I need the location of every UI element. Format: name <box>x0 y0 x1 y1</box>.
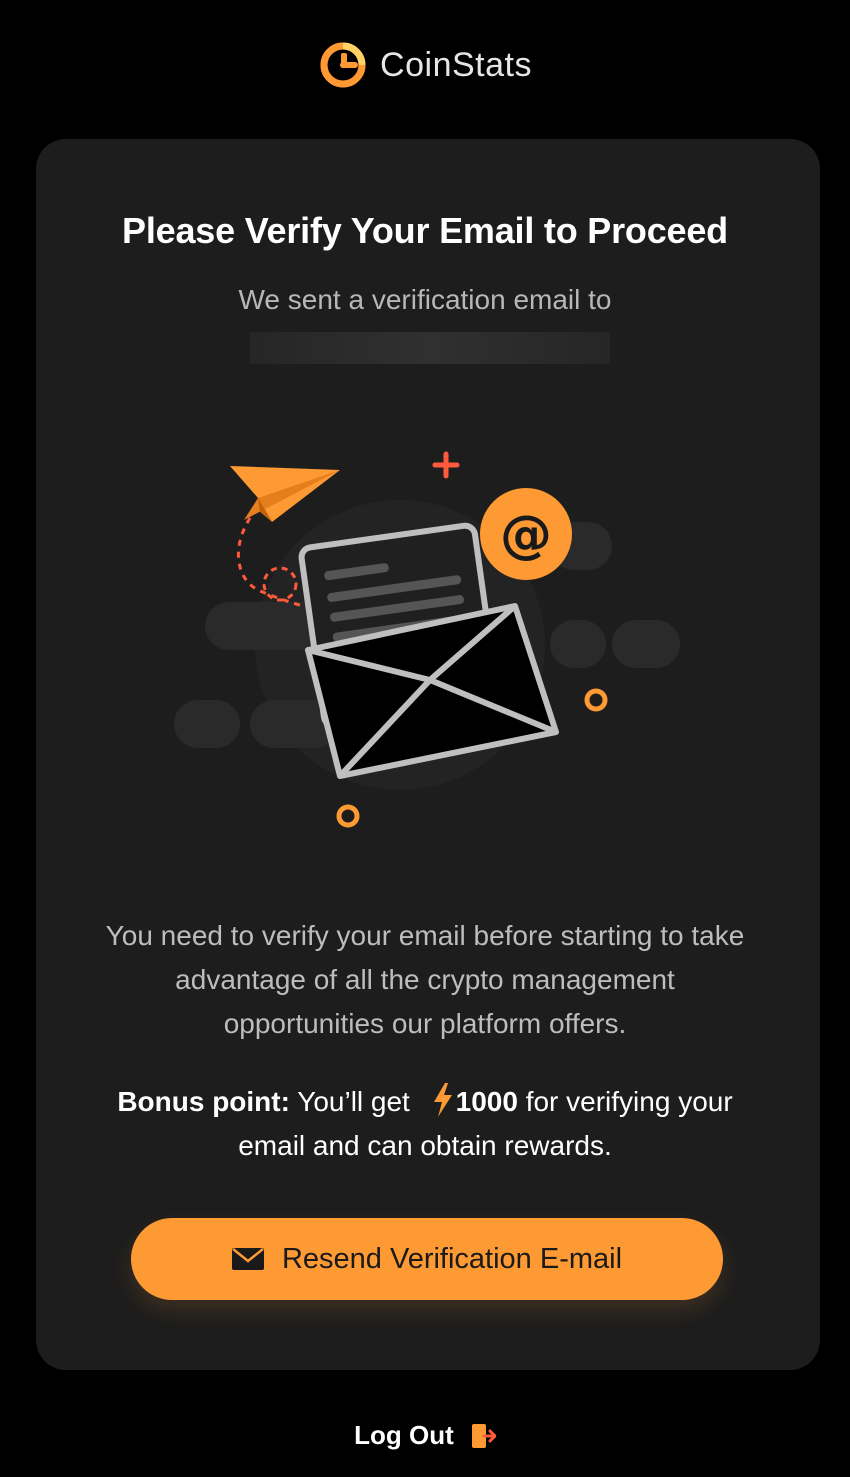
verification-message: You need to verify your email before sta… <box>105 920 745 1039</box>
resend-verification-button[interactable]: Resend Verification E-mail <box>131 1218 723 1300</box>
open-envelope-illustration: @ <box>174 451 680 828</box>
resend-button-label: Resend Verification E-mail <box>281 1242 623 1275</box>
svg-text:@: @ <box>500 505 552 565</box>
logout-link[interactable]: Log Out <box>0 1420 850 1451</box>
brand-logo: CoinStats <box>0 40 850 90</box>
bonus-prefix: You’ll get <box>297 1086 410 1117</box>
bonus-amount: 1000 <box>455 1086 518 1117</box>
page-title: Please Verify Your Email to Proceed <box>122 210 728 251</box>
logout-label: Log Out <box>354 1420 454 1450</box>
brand-name: CoinStats <box>380 46 532 84</box>
redacted-email-address <box>250 332 610 364</box>
bonus-label: Bonus point: <box>117 1086 290 1117</box>
bonus-text: Bonus point: You’ll get 1000 for verifyi… <box>110 1080 740 1168</box>
coinstats-logo-icon <box>320 42 366 88</box>
lightning-bolt-icon <box>433 1083 452 1117</box>
verification-subtitle: We sent a verification email to <box>238 284 612 315</box>
envelope-icon <box>231 1248 264 1270</box>
logout-icon <box>471 1423 496 1448</box>
